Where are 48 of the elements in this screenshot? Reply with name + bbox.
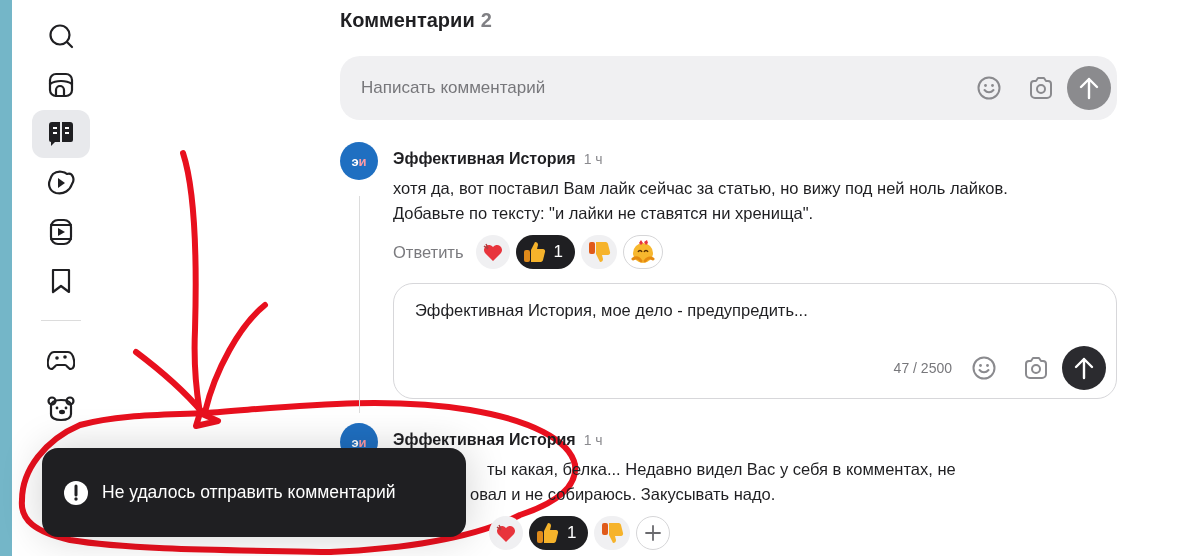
comments-title: Комментарии	[340, 9, 475, 32]
comment-text: Добавьте по тексту: "и лайки не ставятся ни хренища".	[393, 203, 814, 224]
comment-time: 1 ч	[583, 432, 603, 448]
reply-link[interactable]: Ответить	[393, 242, 470, 262]
thumbs-down-icon	[587, 240, 611, 264]
reaction-button[interactable]	[623, 235, 663, 269]
smiley-icon	[972, 356, 996, 380]
reaction-button[interactable]: 1	[515, 235, 575, 269]
book-icon	[47, 120, 75, 148]
reaction-button[interactable]: 1	[529, 516, 589, 550]
thumbs-up-icon	[521, 240, 546, 264]
plus-icon	[644, 524, 663, 542]
thumbs-down-icon	[600, 521, 625, 545]
search-icon	[48, 23, 74, 49]
comment-input[interactable]: Написать комментарий	[359, 77, 963, 99]
arrow-up-icon	[1073, 356, 1095, 380]
hugging-face-icon	[630, 239, 656, 265]
alert-icon	[64, 480, 88, 505]
arrow-up-icon	[1078, 76, 1100, 100]
character-counter: 47 / 2500	[893, 360, 952, 376]
gamepad-icon	[47, 348, 75, 372]
reaction-button[interactable]	[581, 235, 617, 269]
author-name[interactable]: Эффективная История	[393, 150, 576, 168]
camera-icon	[1028, 76, 1054, 100]
bookmark-icon	[50, 267, 72, 295]
reaction-button[interactable]	[475, 235, 510, 269]
toast-message: Не удалось отправить комментарий	[102, 482, 396, 503]
reply-field[interactable]: Эффективная История, мое дело - предупредить... 47 / 2500	[393, 283, 1117, 399]
thumbs-up-icon	[535, 521, 559, 545]
reply-input[interactable]: Эффективная История, мое дело - предупредить...	[413, 300, 1110, 321]
heart-icon	[495, 523, 517, 543]
reaction-button[interactable]	[489, 516, 523, 550]
avatar: эи	[340, 142, 378, 180]
comment-field[interactable]: Написать комментарий	[340, 56, 1117, 120]
heart-icon	[481, 242, 504, 262]
smiley-icon	[977, 76, 1001, 100]
house-icon	[48, 72, 74, 98]
add-reaction-button[interactable]	[636, 516, 671, 550]
camera-icon	[1023, 356, 1049, 380]
sidebar-item[interactable]	[32, 110, 90, 158]
send-button[interactable]	[1062, 346, 1106, 390]
comment-text: хотя да, вот поставил Вам лайк сейчас за статью, но вижу под ней ноль лайков.	[393, 178, 1008, 199]
comments-count: 2	[480, 9, 492, 32]
reaction-button[interactable]	[594, 516, 631, 550]
video-icon	[49, 218, 73, 246]
bear-icon	[47, 396, 75, 422]
comment-time: 1 ч	[583, 151, 603, 167]
play-icon	[47, 170, 75, 196]
